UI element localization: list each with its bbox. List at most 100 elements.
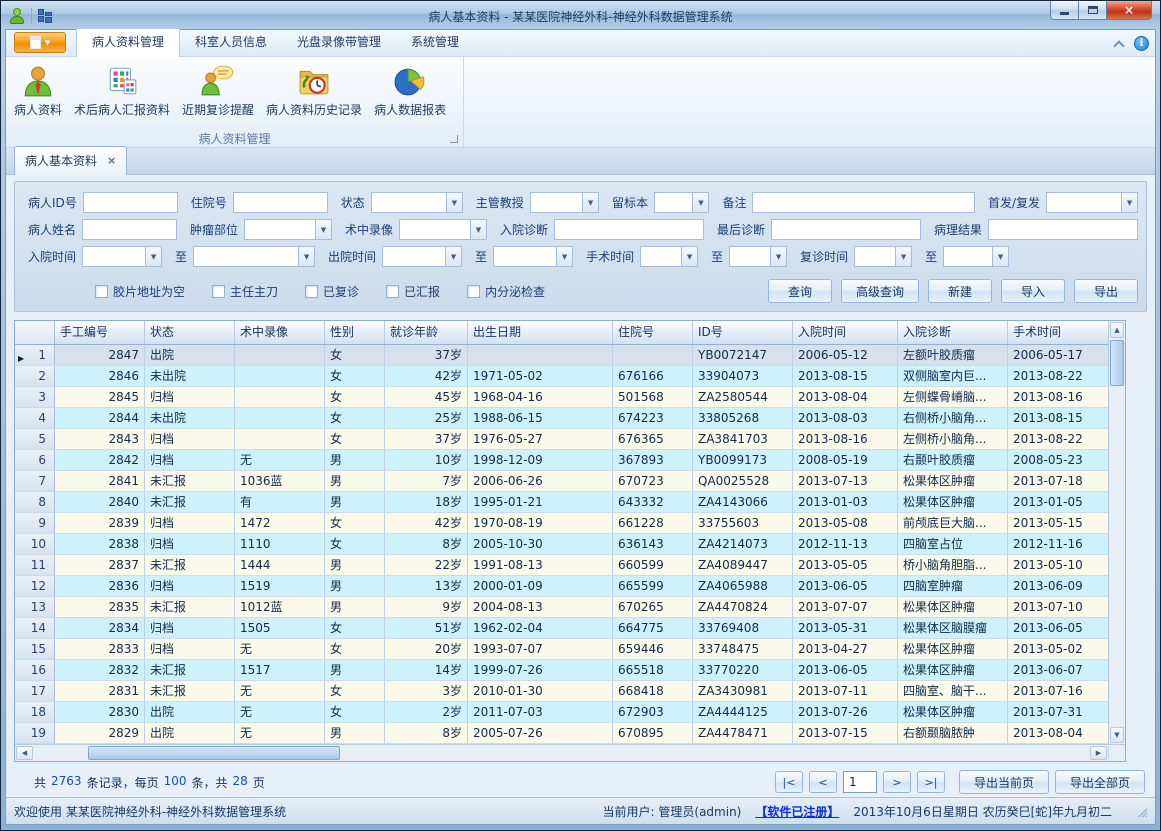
resize-grip-icon[interactable] xyxy=(1136,806,1147,817)
grid-cell[interactable]: 2839 xyxy=(55,513,145,533)
filter-professor-combo[interactable]: ▼ xyxy=(530,192,599,213)
group-dialog-launcher-icon[interactable] xyxy=(450,135,458,143)
grid-cell[interactable]: 2013-08-15 xyxy=(793,366,898,386)
checkbox-icon[interactable] xyxy=(95,285,108,298)
maximize-button[interactable] xyxy=(1079,1,1107,20)
grid-cell[interactable]: 1995-01-21 xyxy=(468,492,613,512)
row-header[interactable]: 4 xyxy=(15,408,55,428)
grid-cell[interactable]: 1993-07-07 xyxy=(468,639,613,659)
grid-cell[interactable]: 无 xyxy=(235,450,325,470)
grid-cell[interactable]: 2013-08-04 xyxy=(793,387,898,407)
grid-cell[interactable]: 2013-08-04 xyxy=(1008,723,1108,743)
grid-cell[interactable]: 1971-05-02 xyxy=(468,366,613,386)
grid-cell[interactable]: 636143 xyxy=(613,534,693,554)
grid-cell[interactable]: 2013-01-05 xyxy=(1008,492,1108,512)
grid-cell[interactable]: 双侧脑室内巨... xyxy=(898,366,1008,386)
grid-cell[interactable]: QA0025528 xyxy=(693,471,793,491)
grid-cell[interactable]: ZA4478471 xyxy=(693,723,793,743)
grid-cell[interactable]: 33748475 xyxy=(693,639,793,659)
grid-cell[interactable]: 右侧桥小脑角... xyxy=(898,408,1008,428)
grid-cell[interactable]: 2841 xyxy=(55,471,145,491)
grid-cell[interactable]: 1988-06-15 xyxy=(468,408,613,428)
scroll-up-icon[interactable]: ▲ xyxy=(1110,322,1124,338)
checkbox-revisited[interactable]: 已复诊 xyxy=(305,283,359,300)
grid-cell[interactable]: 2847 xyxy=(55,345,145,365)
grid-cell[interactable]: 1036蓝 xyxy=(235,471,325,491)
filter-admit-to-combo[interactable]: ▼ xyxy=(193,246,315,267)
advanced-query-button[interactable]: 高级查询 xyxy=(841,279,919,303)
grid-cell[interactable]: 1998-12-09 xyxy=(468,450,613,470)
grid-cell[interactable]: 2834 xyxy=(55,618,145,638)
grid-cell[interactable]: 37岁 xyxy=(385,429,468,449)
grid-cell[interactable]: 2013-05-15 xyxy=(1008,513,1108,533)
grid-cell[interactable]: 672903 xyxy=(613,702,693,722)
grid-cell[interactable]: ZA4089447 xyxy=(693,555,793,575)
ribbon-tab-system[interactable]: 系统管理 xyxy=(396,28,474,56)
grid-cell[interactable]: 1991-08-13 xyxy=(468,555,613,575)
grid-cell[interactable]: 2013-08-03 xyxy=(793,408,898,428)
row-header[interactable]: 2 xyxy=(15,366,55,386)
grid-cell[interactable]: 松果体区肿瘤 xyxy=(898,471,1008,491)
grid-cell[interactable]: 归档 xyxy=(145,534,235,554)
grid-cell[interactable]: 51岁 xyxy=(385,618,468,638)
help-info-icon[interactable]: i xyxy=(1134,36,1149,51)
grid-cell[interactable]: 2005-10-30 xyxy=(468,534,613,554)
grid-cell[interactable]: 2013-06-05 xyxy=(1008,618,1108,638)
grid-cell[interactable]: 2013-04-27 xyxy=(793,639,898,659)
export-button[interactable]: 导出 xyxy=(1074,279,1138,303)
filter-first-recur-combo[interactable]: ▼ xyxy=(1046,192,1138,213)
grid-cell[interactable]: 670723 xyxy=(613,471,693,491)
filter-admission-no-input[interactable] xyxy=(233,192,328,213)
grid-cell[interactable]: 未汇报 xyxy=(145,681,235,701)
grid-cell[interactable]: 2013-06-07 xyxy=(1008,660,1108,680)
column-header[interactable]: 性别 xyxy=(325,321,385,344)
filter-revisit-to-combo[interactable]: ▼ xyxy=(943,246,1009,267)
grid-cell[interactable]: 2013-07-31 xyxy=(1008,702,1108,722)
grid-cell[interactable]: 1999-07-26 xyxy=(468,660,613,680)
checkbox-endocrine-exam[interactable]: 内分泌检查 xyxy=(467,283,545,300)
grid-cell[interactable]: 8岁 xyxy=(385,723,468,743)
grid-cell[interactable]: 1444 xyxy=(235,555,325,575)
grid-cell[interactable]: 676166 xyxy=(613,366,693,386)
grid-cell[interactable]: 女 xyxy=(325,639,385,659)
grid-cell[interactable]: 女 xyxy=(325,366,385,386)
grid-cell[interactable]: 2006-06-26 xyxy=(468,471,613,491)
grid-row[interactable]: 32845归档女45岁1968-04-16501568ZA25805442013… xyxy=(15,387,1108,408)
grid-cell[interactable]: 1976-05-27 xyxy=(468,429,613,449)
grid-cell[interactable]: 四脑室占位 xyxy=(898,534,1008,554)
grid-cell[interactable]: 8岁 xyxy=(385,534,468,554)
grid-cell[interactable]: 501568 xyxy=(613,387,693,407)
grid-cell[interactable]: 2013-07-07 xyxy=(793,597,898,617)
grid-cell[interactable]: 2013-08-15 xyxy=(1008,408,1108,428)
grid-cell[interactable]: 未汇报 xyxy=(145,597,235,617)
page-number-input[interactable]: 1 xyxy=(843,771,877,793)
row-header[interactable]: 14 xyxy=(15,618,55,638)
dropdown-arrow-icon[interactable]: ▼ xyxy=(1121,193,1137,212)
checkbox-icon[interactable] xyxy=(212,285,225,298)
vertical-scrollbar[interactable]: ▲ ▼ xyxy=(1108,321,1125,744)
row-header[interactable]: 11 xyxy=(15,555,55,575)
grid-cell[interactable]: YB0099173 xyxy=(693,450,793,470)
filter-video-combo[interactable]: ▼ xyxy=(399,219,487,240)
grid-cell[interactable]: 未汇报 xyxy=(145,471,235,491)
grid-cell[interactable]: 7岁 xyxy=(385,471,468,491)
grid-cell[interactable]: 出院 xyxy=(145,345,235,365)
filter-admit-diagnosis-input[interactable] xyxy=(554,219,704,240)
grid-cell[interactable]: 2013-07-26 xyxy=(793,702,898,722)
grid-cell[interactable]: 33769408 xyxy=(693,618,793,638)
grid-cell[interactable]: 2013-08-22 xyxy=(1008,366,1108,386)
grid-cell[interactable]: 1517 xyxy=(235,660,325,680)
grid-cell[interactable]: 1472 xyxy=(235,513,325,533)
filter-patient-name-input[interactable] xyxy=(82,219,177,240)
grid-cell[interactable] xyxy=(235,387,325,407)
grid-cell[interactable]: ZA4444125 xyxy=(693,702,793,722)
grid-row[interactable]: 12847出院女37岁YB00721472006-05-12左额叶胶质瘤2006… xyxy=(15,345,1108,366)
grid-cell[interactable]: 3岁 xyxy=(385,681,468,701)
grid-row[interactable]: 62842归档无男10岁1998-12-09367893YB0099173200… xyxy=(15,450,1108,471)
row-header[interactable]: 12 xyxy=(15,576,55,596)
grid-cell[interactable]: 13岁 xyxy=(385,576,468,596)
patient-report-button[interactable]: 病人数据报表 xyxy=(369,61,451,121)
grid-cell[interactable]: 2013-06-05 xyxy=(793,660,898,680)
grid-cell[interactable]: ZA4470824 xyxy=(693,597,793,617)
grid-cell[interactable] xyxy=(235,345,325,365)
